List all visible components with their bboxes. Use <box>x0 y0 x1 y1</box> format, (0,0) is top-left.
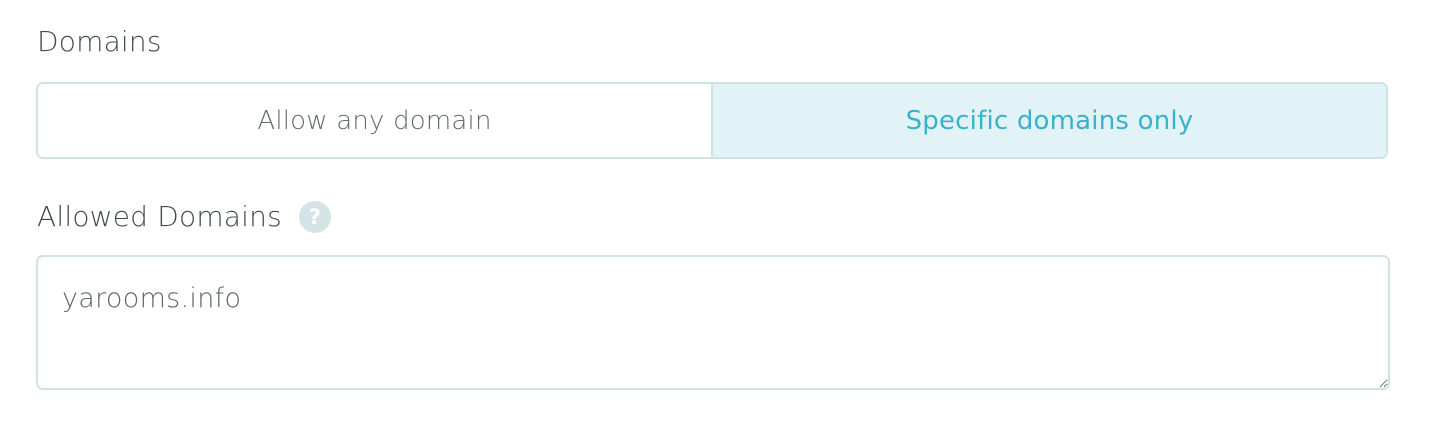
allowed-domains-field-wrap: yarooms.info <box>36 255 1390 390</box>
allowed-domains-header: Allowed Domains ? <box>37 199 331 235</box>
domains-label: Domains <box>37 25 162 58</box>
help-icon[interactable]: ? <box>298 201 331 233</box>
allowed-domains-label: Allowed Domains <box>37 200 282 233</box>
domain-mode-toggle: Allow any domain Specific domains only <box>36 82 1388 159</box>
allow-any-domain-option[interactable]: Allow any domain <box>38 84 711 157</box>
allowed-domains-textarea[interactable]: yarooms.info <box>36 255 1390 390</box>
specific-domains-only-option[interactable]: Specific domains only <box>711 84 1386 157</box>
